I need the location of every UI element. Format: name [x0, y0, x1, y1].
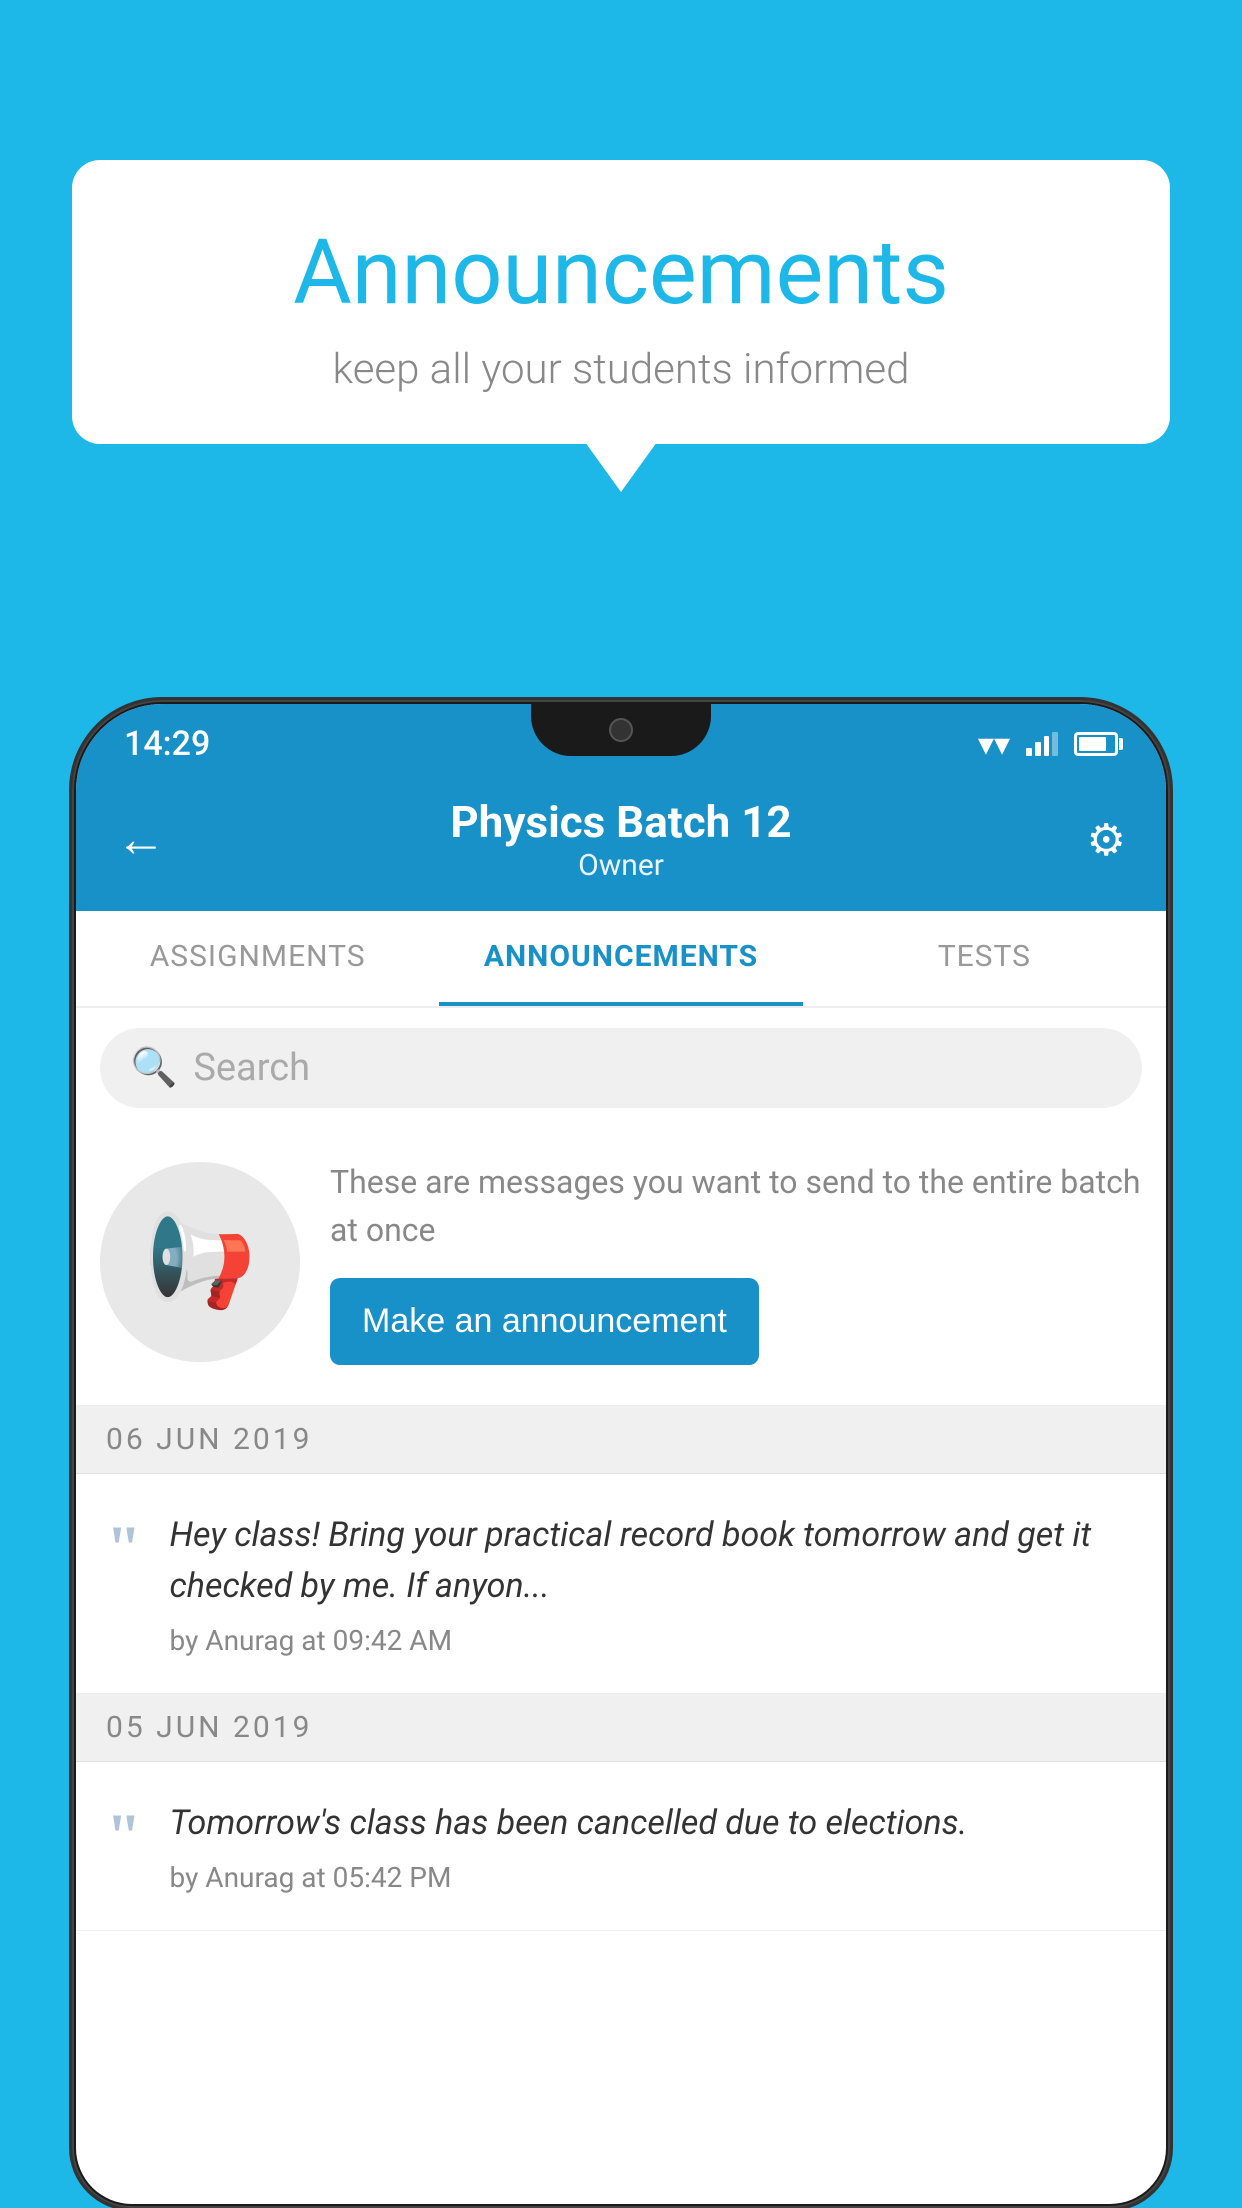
announcements-heading: Announcements [132, 220, 1110, 325]
quote-icon-2: " [106, 1804, 142, 1868]
app-header: ← Physics Batch 12 Owner ⚙ [76, 776, 1166, 911]
speech-bubble: Announcements keep all your students inf… [72, 160, 1170, 444]
front-camera [609, 718, 633, 742]
tab-announcements[interactable]: ANNOUNCEMENTS [439, 911, 802, 1006]
status-time: 14:29 [124, 724, 210, 764]
battery-icon [1074, 732, 1118, 756]
phone-screen: 14:29 ▾▾ ← Physics Batch 12 Owner [76, 704, 1166, 2204]
date-separator-1: 06 JUN 2019 [76, 1406, 1166, 1474]
date-separator-2: 05 JUN 2019 [76, 1694, 1166, 1762]
phone-notch [531, 704, 711, 756]
announcement-text-2: Tomorrow's class has been cancelled due … [170, 1798, 1136, 1849]
announcement-text-1: Hey class! Bring your practical record b… [170, 1510, 1136, 1612]
search-bar[interactable]: 🔍 Search [100, 1028, 1142, 1108]
speech-bubble-section: Announcements keep all your students inf… [72, 160, 1170, 444]
batch-role: Owner [176, 848, 1066, 883]
cta-description: These are messages you want to send to t… [330, 1158, 1142, 1254]
megaphone-icon: 📢 [144, 1209, 256, 1314]
announcement-meta-2: by Anurag at 05:42 PM [170, 1861, 1136, 1894]
settings-button[interactable]: ⚙ [1066, 814, 1126, 866]
tab-tests[interactable]: TESTS [803, 911, 1166, 1006]
cta-right: These are messages you want to send to t… [330, 1158, 1142, 1365]
tab-assignments[interactable]: ASSIGNMENTS [76, 911, 439, 1006]
megaphone-circle: 📢 [100, 1162, 300, 1362]
quote-icon-1: " [106, 1516, 142, 1580]
search-placeholder: Search [193, 1046, 310, 1090]
status-icons: ▾▾ [978, 725, 1118, 763]
wifi-icon: ▾▾ [978, 725, 1010, 763]
search-icon: 🔍 [130, 1046, 177, 1090]
announcement-content-2: Tomorrow's class has been cancelled due … [170, 1798, 1136, 1894]
announcements-subtitle: keep all your students informed [132, 345, 1110, 394]
announcement-item-2[interactable]: " Tomorrow's class has been cancelled du… [76, 1762, 1166, 1931]
tab-bar: ASSIGNMENTS ANNOUNCEMENTS TESTS [76, 911, 1166, 1008]
make-announcement-button[interactable]: Make an announcement [330, 1278, 759, 1365]
header-title-group: Physics Batch 12 Owner [176, 796, 1066, 883]
signal-icon [1026, 732, 1058, 756]
content-area: 🔍 Search 📢 These are messages you want t… [76, 1028, 1166, 1931]
announcement-content-1: Hey class! Bring your practical record b… [170, 1510, 1136, 1657]
announcement-meta-1: by Anurag at 09:42 AM [170, 1624, 1136, 1657]
back-button[interactable]: ← [116, 810, 176, 869]
batch-name: Physics Batch 12 [176, 796, 1066, 848]
announcement-cta-section: 📢 These are messages you want to send to… [76, 1128, 1166, 1406]
announcement-item-1[interactable]: " Hey class! Bring your practical record… [76, 1474, 1166, 1694]
phone-device: 14:29 ▾▾ ← Physics Batch 12 Owner [72, 700, 1170, 2208]
